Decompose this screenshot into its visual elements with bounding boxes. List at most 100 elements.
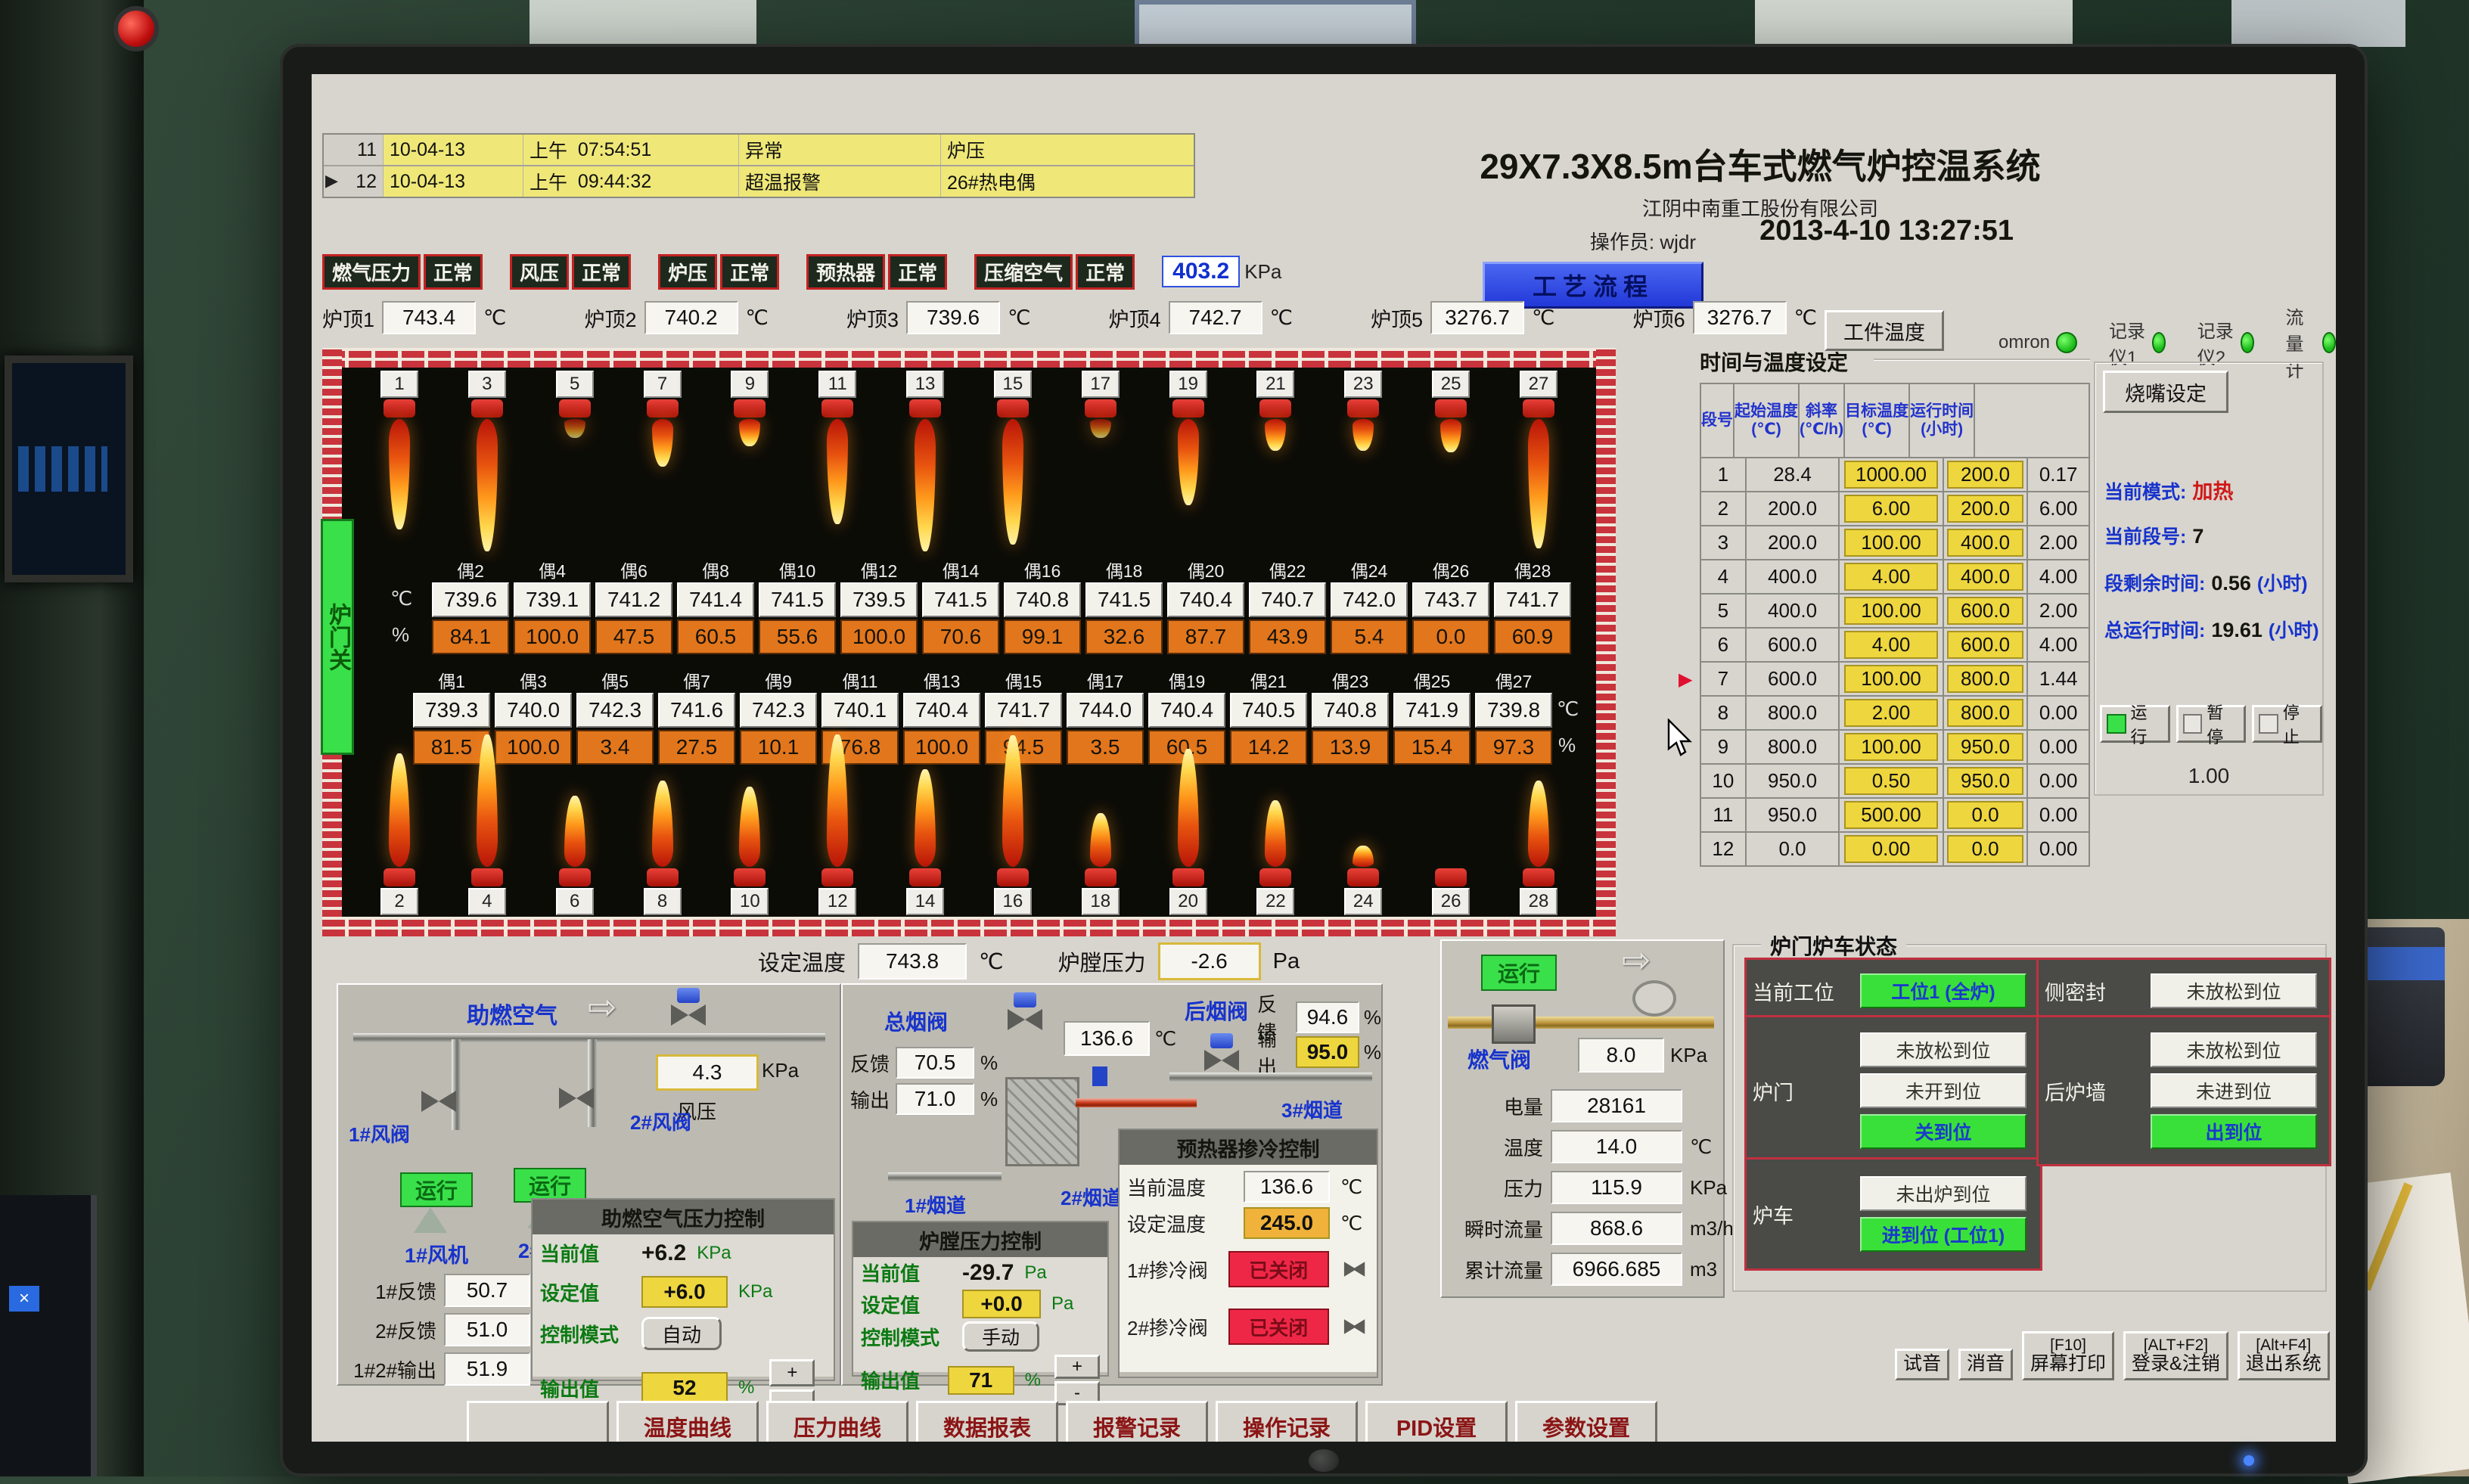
target-temp[interactable]: 200.0 bbox=[1944, 492, 2029, 525]
target-temp[interactable]: 800.0 bbox=[1944, 697, 2029, 729]
burner-number[interactable]: 1 bbox=[380, 371, 418, 398]
stop-button[interactable]: 停止 bbox=[2252, 705, 2322, 743]
burner-number[interactable]: 4 bbox=[468, 888, 506, 915]
burner-number[interactable]: 26 bbox=[1432, 888, 1470, 915]
target-temp[interactable]: 950.0 bbox=[1944, 731, 2029, 763]
cold-valve1-icon[interactable] bbox=[1343, 1262, 1365, 1277]
ramp-rate[interactable]: 1000.00 bbox=[1840, 458, 1943, 491]
program-row[interactable]: 3 200.0 100.00 400.0 2.00 bbox=[1701, 526, 2089, 560]
burner-setup-button[interactable]: 烧嘴设定 bbox=[2103, 371, 2228, 413]
burner-number[interactable]: 6 bbox=[556, 888, 594, 915]
alarm-row[interactable]: 12 10-04-13 上午 09:44:32 超温报警 26#热电偶 bbox=[324, 166, 1194, 197]
set-value[interactable]: +6.0 bbox=[641, 1276, 728, 1308]
workpiece-temp-button[interactable]: 工件温度 bbox=[1825, 310, 1944, 351]
cold-valve2-state[interactable]: 已关闭 bbox=[1228, 1309, 1329, 1345]
burner-number[interactable]: 28 bbox=[1520, 888, 1557, 915]
burner-number[interactable]: 7 bbox=[644, 371, 682, 398]
out-value[interactable]: 52 bbox=[641, 1372, 728, 1404]
system-button[interactable]: 消音 bbox=[1958, 1349, 2013, 1380]
cold-valve1-state[interactable]: 已关闭 bbox=[1228, 1251, 1329, 1287]
burner-number[interactable]: 24 bbox=[1344, 888, 1382, 915]
burner-number[interactable]: 15 bbox=[994, 371, 1032, 398]
ramp-rate[interactable]: 100.00 bbox=[1840, 526, 1943, 559]
target-temp[interactable]: 600.0 bbox=[1944, 629, 2029, 661]
nav-tab[interactable]: 参数设置 bbox=[1515, 1401, 1657, 1442]
pause-button[interactable]: 暂停 bbox=[2176, 705, 2247, 743]
run-button[interactable]: 运行 bbox=[2100, 705, 2170, 743]
program-row[interactable]: 4 400.0 4.00 400.0 4.00 bbox=[1701, 560, 2089, 595]
ramp-rate[interactable]: 6.00 bbox=[1840, 492, 1943, 525]
rear-output-value[interactable]: 95.0 bbox=[1296, 1036, 1359, 1068]
pressure-set-value[interactable]: +0.0 bbox=[962, 1290, 1041, 1318]
ramp-rate[interactable]: 4.00 bbox=[1840, 629, 1943, 661]
ramp-rate[interactable]: 100.00 bbox=[1840, 595, 1943, 627]
program-row[interactable]: 7 600.0 100.00 800.0 1.44 bbox=[1701, 663, 2089, 697]
target-temp[interactable]: 0.0 bbox=[1944, 799, 2029, 831]
target-temp[interactable]: 200.0 bbox=[1944, 458, 2029, 491]
cold-valve2-icon[interactable] bbox=[1343, 1319, 1365, 1334]
mode-button[interactable]: 自动 bbox=[641, 1317, 722, 1350]
program-row[interactable]: 10 950.0 0.50 950.0 0.00 bbox=[1701, 765, 2089, 799]
program-row[interactable]: 1 28.4 1000.00 200.0 0.17 bbox=[1701, 458, 2089, 492]
burner-number[interactable]: 11 bbox=[818, 371, 856, 398]
burner-number[interactable]: 3 bbox=[468, 371, 506, 398]
burner-number[interactable]: 18 bbox=[1082, 888, 1120, 915]
program-row[interactable]: 8 800.0 2.00 800.0 0.00 bbox=[1701, 697, 2089, 731]
burner-number[interactable]: 10 bbox=[731, 888, 769, 915]
nav-tab[interactable]: 报警记录 bbox=[1066, 1401, 1208, 1442]
nav-tab[interactable]: PID设置 bbox=[1365, 1401, 1508, 1442]
burner-number[interactable]: 2 bbox=[380, 888, 418, 915]
pressure-out-value[interactable]: 71 bbox=[948, 1366, 1014, 1395]
ramp-rate[interactable]: 0.50 bbox=[1840, 765, 1943, 797]
target-temp[interactable]: 600.0 bbox=[1944, 595, 2029, 627]
program-row[interactable]: 12 0.0 0.00 0.0 0.00 bbox=[1701, 833, 2089, 865]
burner-number[interactable]: 27 bbox=[1520, 371, 1557, 398]
nav-tab[interactable]: 操作记录 bbox=[1216, 1401, 1358, 1442]
system-button[interactable]: [Alt+F4] 退出系统 bbox=[2238, 1331, 2330, 1380]
pressure-increase-button[interactable]: + bbox=[1054, 1355, 1100, 1379]
program-row[interactable]: 2 200.0 6.00 200.0 6.00 bbox=[1701, 492, 2089, 526]
target-temp[interactable]: 0.0 bbox=[1944, 833, 2029, 865]
nav-tab[interactable]: 数据报表 bbox=[916, 1401, 1058, 1442]
ramp-rate[interactable]: 2.00 bbox=[1840, 697, 1943, 729]
ramp-rate[interactable]: 4.00 bbox=[1840, 560, 1943, 593]
burner-number[interactable]: 14 bbox=[906, 888, 944, 915]
program-row[interactable]: 9 800.0 100.00 950.0 0.00 bbox=[1701, 731, 2089, 765]
alarm-row[interactable]: 11 10-04-13 上午 07:54:51 异常 炉压 bbox=[324, 135, 1194, 166]
rear-flue-valve-icon[interactable] bbox=[1204, 1033, 1239, 1071]
gas-valve-icon[interactable] bbox=[1492, 1004, 1536, 1044]
burner-number[interactable]: 13 bbox=[906, 371, 944, 398]
preheat-set-value[interactable]: 245.0 bbox=[1244, 1207, 1330, 1239]
nav-tab[interactable]: 温度曲线 bbox=[616, 1401, 759, 1442]
target-temp[interactable]: 800.0 bbox=[1944, 663, 2029, 695]
burner-number[interactable]: 16 bbox=[994, 888, 1032, 915]
increase-button[interactable]: + bbox=[769, 1359, 815, 1386]
burner-number[interactable]: 25 bbox=[1432, 371, 1470, 398]
ramp-rate[interactable]: 100.00 bbox=[1840, 731, 1943, 763]
target-temp[interactable]: 400.0 bbox=[1944, 560, 2029, 593]
burner-number[interactable]: 5 bbox=[556, 371, 594, 398]
burner-number[interactable]: 23 bbox=[1344, 371, 1382, 398]
ramp-rate[interactable]: 100.00 bbox=[1840, 663, 1943, 695]
burner-number[interactable]: 19 bbox=[1169, 371, 1207, 398]
air-valve2-icon[interactable] bbox=[559, 1088, 594, 1109]
program-row[interactable]: 6 600.0 4.00 600.0 4.00 bbox=[1701, 629, 2089, 663]
ramp-rate[interactable]: 500.00 bbox=[1840, 799, 1943, 831]
burner-number[interactable]: 8 bbox=[644, 888, 682, 915]
system-button[interactable]: [ALT+F2] 登录&注销 bbox=[2123, 1331, 2228, 1380]
program-row[interactable]: 11 950.0 500.00 0.0 0.00 bbox=[1701, 799, 2089, 833]
burner-number[interactable]: 9 bbox=[731, 371, 769, 398]
target-temp[interactable]: 950.0 bbox=[1944, 765, 2029, 797]
ramp-rate[interactable]: 0.00 bbox=[1840, 833, 1943, 865]
burner-number[interactable]: 20 bbox=[1169, 888, 1207, 915]
air-valve1-icon[interactable] bbox=[421, 1091, 456, 1112]
system-button[interactable]: 试音 bbox=[1895, 1349, 1949, 1380]
burner-number[interactable]: 17 bbox=[1082, 371, 1120, 398]
main-flue-valve-icon[interactable] bbox=[1008, 992, 1042, 1030]
target-temp[interactable]: 400.0 bbox=[1944, 526, 2029, 559]
burner-number[interactable]: 12 bbox=[818, 888, 856, 915]
nav-tab[interactable]: 压力曲线 bbox=[766, 1401, 908, 1442]
pressure-mode-button[interactable]: 手动 bbox=[962, 1321, 1039, 1352]
nav-tab[interactable] bbox=[467, 1401, 609, 1442]
program-row[interactable]: 5 400.0 100.00 600.0 2.00 bbox=[1701, 595, 2089, 629]
